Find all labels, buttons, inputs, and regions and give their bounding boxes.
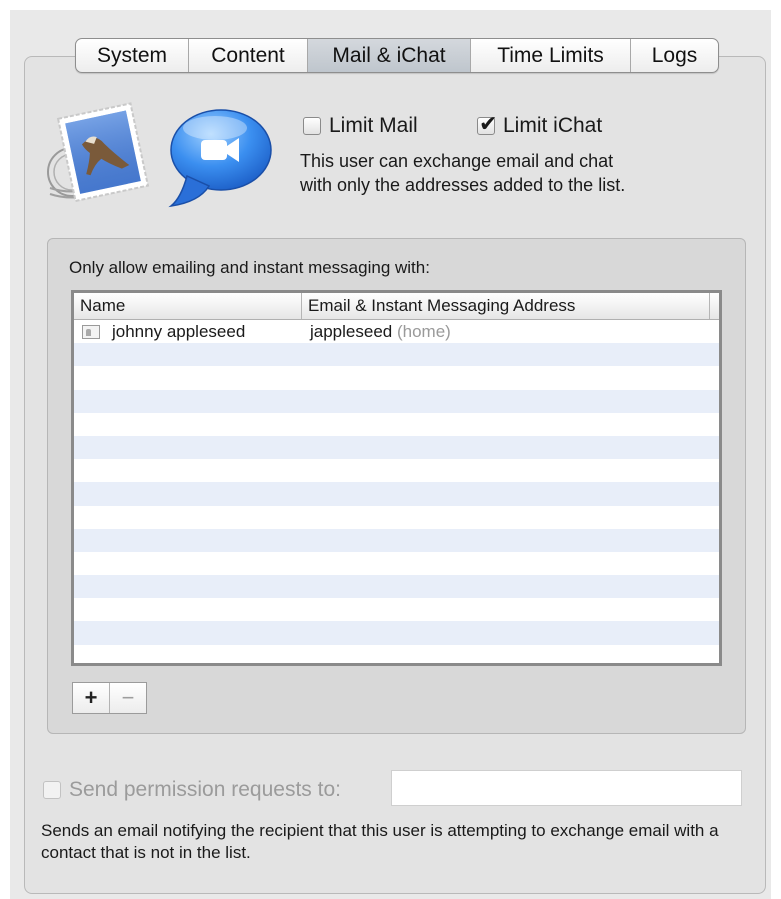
send-permission-checkbox[interactable] <box>43 781 61 799</box>
limit-description-line1: This user can exchange email and chat <box>300 151 614 171</box>
empty-row <box>74 343 719 367</box>
empty-row <box>74 459 719 483</box>
empty-row <box>74 505 719 529</box>
limit-ichat-checkbox[interactable] <box>477 111 497 137</box>
table-body: johnny appleseed jappleseed (home) <box>74 320 719 663</box>
tab-bar: System Content Mail & iChat Time Limits … <box>75 38 719 73</box>
remove-contact-button[interactable]: − <box>109 683 146 713</box>
list-heading: Only allow emailing and instant messagin… <box>69 258 430 277</box>
empty-row <box>74 482 719 506</box>
empty-row <box>74 621 719 645</box>
empty-row <box>74 644 719 663</box>
empty-row <box>74 575 719 599</box>
limit-mail-option[interactable]: Limit Mail <box>303 114 418 138</box>
add-remove-buttons: + − <box>72 682 147 714</box>
limit-description: This user can exchange email and chat wi… <box>300 149 625 197</box>
send-permission-description: Sends an email notifying the recipient t… <box>41 821 719 862</box>
tab-logs[interactable]: Logs <box>630 39 718 72</box>
column-header-name[interactable]: Name <box>74 293 302 319</box>
ichat-bubble-icon <box>168 109 272 208</box>
empty-row <box>74 412 719 436</box>
contact-address: jappleseed <box>310 322 393 341</box>
contact-name: johnny appleseed <box>112 322 246 342</box>
tab-system[interactable]: System <box>76 39 188 72</box>
tab-content[interactable]: Content <box>188 39 307 72</box>
mail-stamp-icon <box>47 102 150 203</box>
add-contact-button[interactable]: + <box>73 683 109 713</box>
empty-row <box>74 528 719 552</box>
column-header-address[interactable]: Email & Instant Messaging Address <box>302 293 710 319</box>
allowed-contacts-table[interactable]: Name Email & Instant Messaging Address j… <box>71 290 722 666</box>
empty-row <box>74 389 719 413</box>
table-header: Name Email & Instant Messaging Address <box>74 293 719 320</box>
tab-mail-ichat[interactable]: Mail & iChat <box>307 39 470 72</box>
empty-row <box>74 366 719 390</box>
limit-ichat-label: Limit iChat <box>503 114 603 137</box>
limit-mail-checkbox[interactable] <box>303 117 321 135</box>
cell-address: jappleseed (home) <box>302 320 451 343</box>
limit-ichat-option[interactable]: Limit iChat <box>477 111 603 138</box>
send-permission-label: Send permission requests to: <box>69 778 341 801</box>
send-permission-option[interactable]: Send permission requests to: <box>43 778 341 802</box>
tab-time-limits[interactable]: Time Limits <box>470 39 630 72</box>
send-permission-email-field[interactable] <box>391 770 742 806</box>
empty-row <box>74 598 719 622</box>
contact-card-icon <box>82 324 100 339</box>
empty-row <box>74 435 719 460</box>
table-row[interactable]: johnny appleseed jappleseed (home) <box>74 320 719 344</box>
limit-description-line2: with only the addresses added to the lis… <box>300 175 626 195</box>
limit-mail-label: Limit Mail <box>329 114 418 137</box>
cell-name: johnny appleseed <box>74 320 302 343</box>
empty-row <box>74 551 719 576</box>
contact-address-type: (home) <box>396 322 451 341</box>
